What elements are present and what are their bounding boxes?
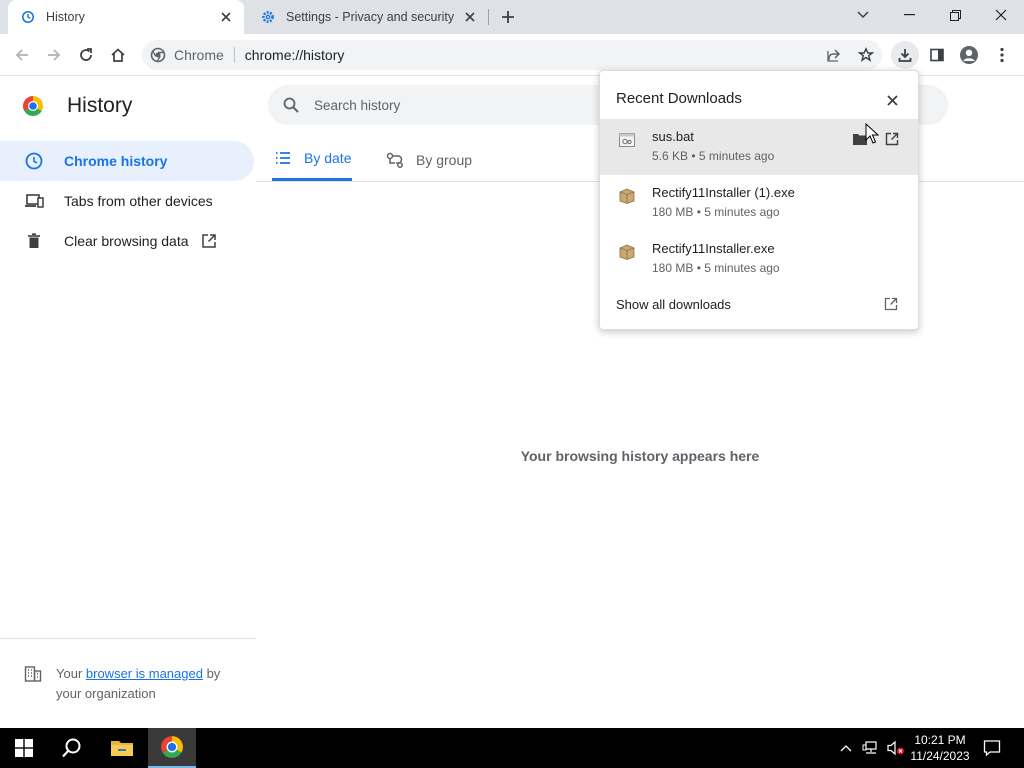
- back-button[interactable]: [8, 41, 36, 69]
- chrome-site-icon[interactable]: [150, 47, 166, 63]
- tab-search-button[interactable]: [840, 0, 886, 30]
- devices-icon: [24, 191, 44, 211]
- external-link-icon: [201, 233, 217, 249]
- tab-by-group[interactable]: By group: [386, 138, 472, 181]
- search-icon: [282, 96, 300, 114]
- clock-icon: [24, 151, 44, 171]
- tab-title: Settings - Privacy and security: [286, 10, 455, 24]
- clock-time: 10:21 PM: [914, 733, 966, 747]
- download-meta: 180 MB • 5 minutes ago: [652, 261, 780, 275]
- forward-button[interactable]: [40, 41, 68, 69]
- building-icon: [24, 665, 42, 683]
- installer-package-icon: [618, 187, 636, 205]
- volume-muted-icon[interactable]: [886, 738, 906, 758]
- open-file-icon[interactable]: [882, 129, 902, 149]
- sidebar-item-label: Chrome history: [64, 153, 168, 169]
- start-button[interactable]: [0, 728, 48, 768]
- show-hidden-icons-chevron-icon[interactable]: [836, 738, 856, 758]
- sidebar-item-tabs-other-devices[interactable]: Tabs from other devices: [0, 181, 254, 221]
- bat-file-icon: [618, 131, 636, 149]
- taskbar-clock[interactable]: 10:21 PM 11/24/2023: [904, 732, 976, 764]
- close-tab-icon[interactable]: [460, 7, 480, 27]
- omnibox-divider: [233, 47, 235, 63]
- network-icon[interactable]: [861, 738, 881, 758]
- minimize-button[interactable]: [886, 0, 932, 30]
- browser-managed-link[interactable]: browser is managed: [86, 666, 203, 681]
- list-icon: [274, 149, 292, 167]
- sidebar-item-chrome-history[interactable]: Chrome history: [0, 141, 254, 181]
- sidebar-divider: [0, 638, 256, 639]
- download-meta: 180 MB • 5 minutes ago: [652, 205, 780, 219]
- download-filename: Rectify11Installer (1).exe: [652, 185, 795, 200]
- group-icon: [386, 151, 404, 169]
- clock-date: 11/24/2023: [910, 749, 970, 763]
- reload-button[interactable]: [72, 41, 100, 69]
- download-filename: sus.bat: [652, 129, 694, 144]
- settings-gear-icon: [260, 9, 276, 25]
- tab-history[interactable]: History: [8, 0, 244, 34]
- download-meta: 5.6 KB • 5 minutes ago: [652, 149, 775, 163]
- trash-icon: [24, 231, 44, 251]
- profile-button[interactable]: [955, 41, 983, 69]
- close-bubble-button[interactable]: [882, 90, 902, 110]
- page-title: History: [67, 94, 133, 117]
- windows-taskbar: 10:21 PM 11/24/2023: [0, 728, 1024, 768]
- address-bar[interactable]: Chrome chrome://history: [142, 40, 882, 70]
- show-all-downloads-link[interactable]: Show all downloads: [616, 297, 731, 312]
- search-taskbar-button[interactable]: [48, 728, 96, 768]
- tab-label: By date: [304, 150, 352, 166]
- tab-strip: History Settings - Privacy and security: [0, 0, 1024, 34]
- managed-text: Your browser is managed by your organiza…: [56, 666, 221, 701]
- restore-button[interactable]: [932, 0, 978, 30]
- chrome-taskbar-icon[interactable]: [148, 728, 196, 768]
- tab-divider: [488, 9, 489, 25]
- home-button[interactable]: [104, 41, 132, 69]
- recent-downloads-bubble: Recent Downloads sus.bat 5.6 KB • 5 minu…: [599, 70, 919, 330]
- notifications-icon[interactable]: [981, 738, 1003, 758]
- external-link-icon[interactable]: [884, 297, 900, 313]
- file-explorer-icon[interactable]: [98, 728, 146, 768]
- tab-label: By group: [416, 151, 473, 168]
- menu-button[interactable]: [988, 41, 1016, 69]
- mouse-cursor-icon: [865, 122, 880, 145]
- downloads-button[interactable]: [891, 41, 919, 69]
- bookmark-star-button[interactable]: [852, 41, 880, 69]
- empty-history-message: Your browsing history appears here: [520, 448, 760, 464]
- tab-by-date[interactable]: By date: [272, 138, 352, 181]
- tab-title: History: [46, 10, 85, 24]
- search-placeholder: Search history: [314, 97, 401, 113]
- share-button[interactable]: [820, 41, 848, 69]
- tab-settings[interactable]: Settings - Privacy and security: [248, 0, 488, 34]
- sidebar-item-label: Tabs from other devices: [64, 193, 213, 209]
- download-item[interactable]: Rectify11Installer.exe 180 MB • 5 minute…: [600, 231, 918, 287]
- new-tab-button[interactable]: [496, 5, 520, 29]
- close-tab-icon[interactable]: [216, 7, 236, 27]
- sidebar-item-clear-browsing-data[interactable]: Clear browsing data: [0, 221, 254, 261]
- managed-notice: Your browser is managed by your organiza…: [24, 664, 244, 704]
- close-window-button[interactable]: [978, 0, 1024, 30]
- download-item[interactable]: Rectify11Installer (1).exe 180 MB • 5 mi…: [600, 175, 918, 231]
- chrome-logo-icon: [22, 95, 44, 117]
- site-label: Chrome: [174, 47, 224, 63]
- sidebar-item-label: Clear browsing data: [64, 233, 189, 249]
- history-icon: [20, 9, 36, 25]
- side-panel-button[interactable]: [923, 41, 951, 69]
- download-filename: Rectify11Installer.exe: [652, 241, 775, 256]
- installer-package-icon: [618, 243, 636, 261]
- url-text[interactable]: chrome://history: [245, 47, 345, 63]
- bubble-title: Recent Downloads: [616, 90, 742, 107]
